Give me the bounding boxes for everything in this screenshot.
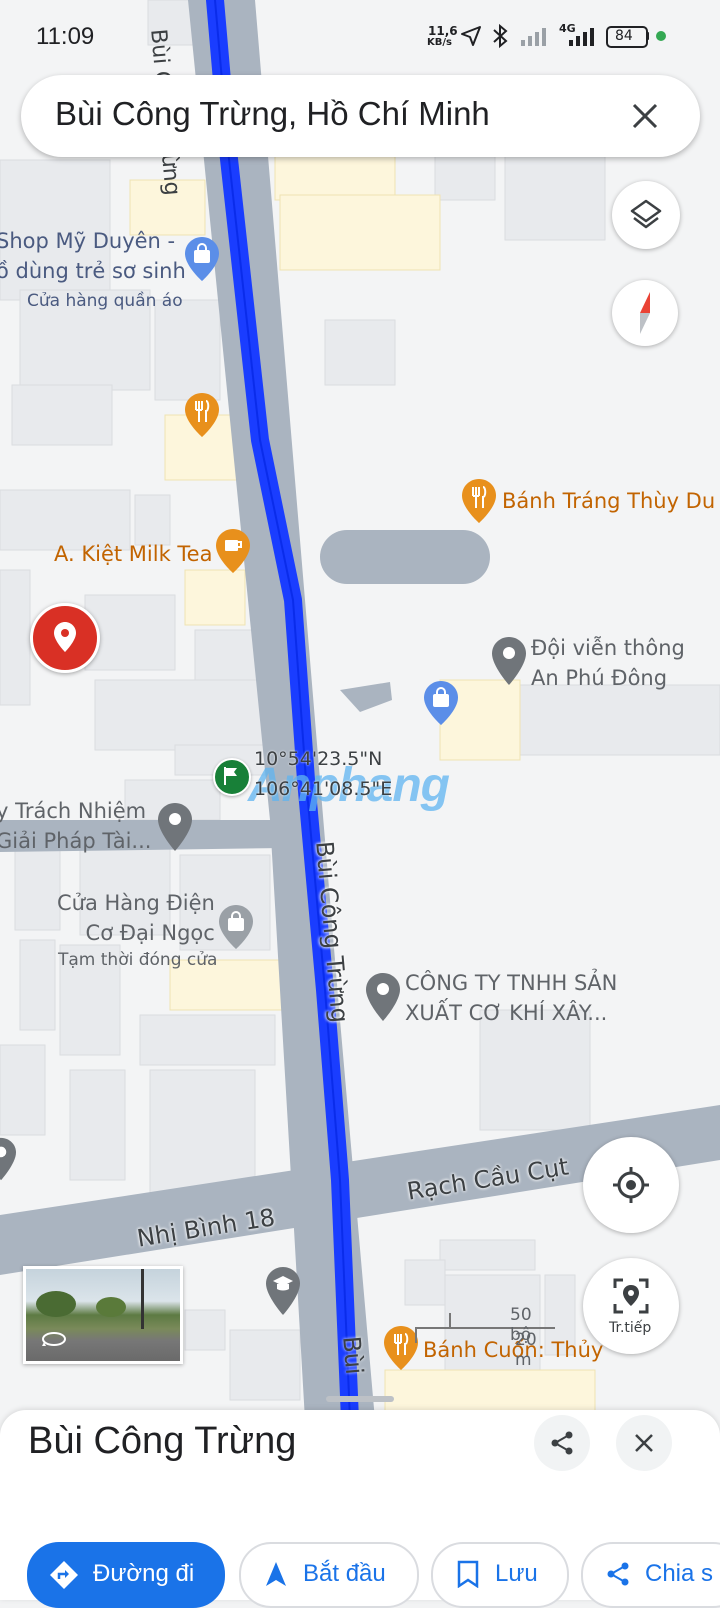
live-view-label: Tr.tiếp: [609, 1320, 652, 1336]
save-button[interactable]: Lưu: [431, 1542, 569, 1608]
bookmark-icon: [457, 1560, 479, 1588]
live-view-icon: [613, 1278, 649, 1314]
share-icon: [551, 1431, 573, 1455]
close-sheet-button[interactable]: [616, 1415, 672, 1471]
signal-weak-icon: [521, 28, 546, 46]
coordinate-longitude: 106°41'08.5"E: [254, 778, 393, 800]
start-label: Bắt đầu: [303, 1560, 386, 1587]
search-bar[interactable]: Bùi Công Trừng, Hồ Chí Minh: [21, 75, 700, 157]
shopping-bag-icon[interactable]: [185, 237, 219, 281]
compass-icon: [640, 292, 650, 334]
poi-trach-nhiem[interactable]: y Trách Nhiệm Giải Pháp Tài...: [0, 796, 151, 856]
network-speed-unit: KB/s: [427, 37, 452, 48]
poi-shop-category: Cửa hàng quần áo: [27, 291, 183, 311]
save-label: Lưu: [495, 1560, 538, 1587]
poi-milk-tea[interactable]: A. Kiệt Milk Tea: [54, 542, 212, 566]
location-arrow-icon: [461, 26, 481, 46]
flag-icon: [224, 767, 237, 785]
compass-button[interactable]: [612, 280, 678, 346]
navigation-arrow-icon: [266, 1562, 286, 1586]
scale-label-meters: 20 m: [515, 1330, 537, 1370]
privacy-indicator: [656, 31, 666, 41]
place-pin-icon[interactable]: [366, 973, 400, 1021]
status-bar: 11:09 11,6 KB/s 4G 84: [0, 0, 720, 70]
battery-level: 84: [615, 28, 633, 44]
scale-bar: 50 bộ 20 m: [415, 1305, 555, 1370]
bluetooth-icon: [493, 23, 508, 49]
share-label: Chia s: [645, 1560, 714, 1587]
location-pin-icon: [54, 622, 76, 652]
signal-strong-icon: [569, 28, 594, 46]
street-view-thumbnail[interactable]: [23, 1266, 183, 1364]
share-button[interactable]: [534, 1415, 590, 1471]
restaurant-icon[interactable]: [384, 1326, 418, 1370]
search-query[interactable]: Bùi Công Trừng, Hồ Chí Minh: [55, 95, 490, 133]
drag-handle[interactable]: [326, 1396, 394, 1402]
rotate-360-icon: [42, 1332, 66, 1346]
directions-button[interactable]: Đường đi: [27, 1542, 225, 1608]
cafe-icon[interactable]: [216, 529, 250, 573]
close-icon[interactable]: [631, 102, 659, 130]
clock: 11:09: [36, 23, 95, 50]
school-icon[interactable]: [266, 1267, 300, 1315]
poi-shop-my-duyen[interactable]: Shop Mỹ Duyên - ồ dùng trẻ sơ sinh: [0, 226, 186, 286]
poi-doi-vien-thong[interactable]: Đội viễn thông An Phú Đông: [531, 633, 685, 693]
poi-cong-ty-co-khi[interactable]: CÔNG TY TNHH SẢN XUẤT CƠ KHÍ XÂY...: [405, 968, 617, 1028]
directions-label: Đường đi: [93, 1560, 195, 1587]
place-pin-icon[interactable]: [158, 803, 192, 851]
restaurant-icon[interactable]: [462, 479, 496, 523]
layers-button[interactable]: [612, 181, 680, 249]
shopping-bag-icon[interactable]: [424, 681, 458, 725]
place-pin-icon[interactable]: [492, 637, 526, 685]
poi-dien-co-status: Tạm thời đóng cửa: [58, 950, 218, 970]
live-view-button[interactable]: Tr.tiếp: [583, 1258, 679, 1354]
layers-icon: [630, 199, 662, 229]
restaurant-icon[interactable]: [185, 393, 219, 437]
place-pin-icon[interactable]: [0, 1137, 16, 1181]
street-label-main-bottom: Bùi: [337, 1335, 369, 1376]
share-chip[interactable]: Chia s: [581, 1542, 720, 1608]
my-location-button[interactable]: [583, 1137, 679, 1233]
coordinate-latitude: 10°54'23.5"N: [254, 748, 383, 770]
directions-icon: [50, 1561, 78, 1589]
share-icon: [607, 1562, 629, 1586]
start-button[interactable]: Bắt đầu: [239, 1542, 419, 1608]
close-icon: [635, 1434, 653, 1452]
network-speed-value: 11,6: [428, 24, 458, 38]
shopping-bag-icon[interactable]: [219, 905, 253, 949]
place-title: Bùi Công Trừng: [28, 1420, 297, 1462]
crosshair-icon: [613, 1167, 649, 1203]
poi-dien-co[interactable]: Cửa Hàng Điện Cơ Đại Ngọc: [57, 888, 215, 948]
poi-banh-trang[interactable]: Bánh Tráng Thùy Du: [502, 489, 715, 513]
